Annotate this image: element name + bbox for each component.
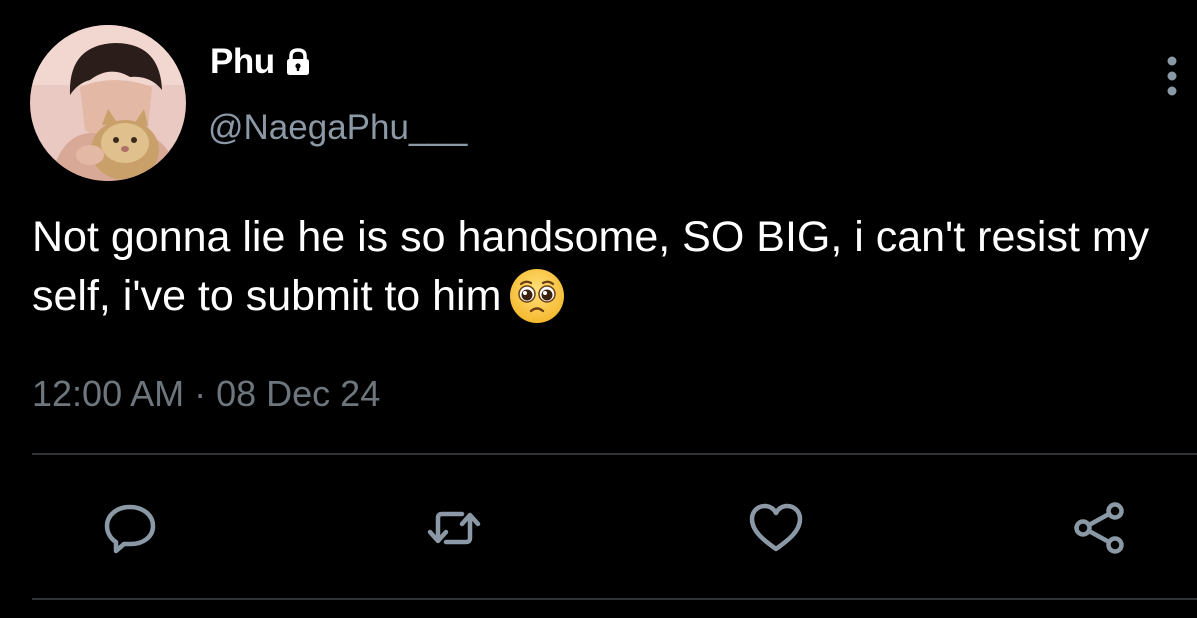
- retweet-icon: [427, 511, 481, 545]
- tweet-timestamp[interactable]: 12:00 AM · 08 Dec 24: [32, 373, 380, 415]
- reply-icon: [104, 504, 156, 554]
- retweet-button[interactable]: [424, 498, 484, 558]
- share-button[interactable]: [1069, 498, 1129, 558]
- author-handle[interactable]: @NaegaPhu___: [208, 108, 467, 148]
- more-vertical-icon: [1167, 56, 1177, 96]
- author-name-row[interactable]: Phu: [210, 42, 315, 82]
- pleading-face-emoji: [509, 268, 565, 324]
- tweet-date: 08 Dec 24: [216, 373, 381, 414]
- timestamp-separator: ·: [184, 373, 217, 414]
- divider: [32, 453, 1197, 455]
- more-options-button[interactable]: [1152, 52, 1192, 100]
- tweet-text: Not gonna lie he is so handsome, SO BIG,…: [32, 213, 1150, 320]
- share-icon: [1074, 502, 1124, 554]
- display-name[interactable]: Phu: [210, 42, 275, 82]
- tweet-body: Not gonna lie he is so handsome, SO BIG,…: [32, 208, 1182, 326]
- divider: [32, 598, 1197, 600]
- like-button[interactable]: [746, 498, 806, 558]
- lock-icon: [281, 45, 315, 79]
- like-icon: [749, 503, 803, 552]
- reply-button[interactable]: [100, 498, 160, 558]
- avatar[interactable]: [30, 25, 186, 181]
- avatar-image: [30, 25, 186, 181]
- tweet-time: 12:00 AM: [32, 373, 185, 414]
